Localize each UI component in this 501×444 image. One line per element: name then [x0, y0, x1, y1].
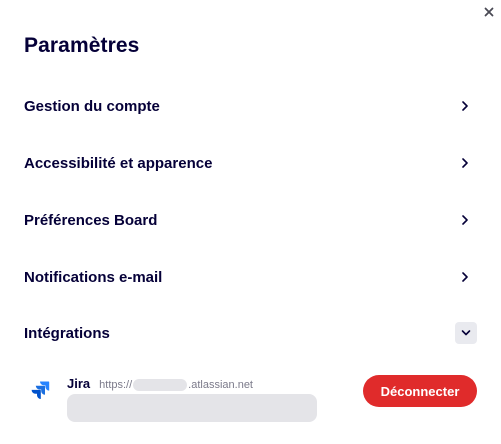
- settings-item-label: Gestion du compte: [24, 97, 160, 115]
- integration-info: Jira https:// .atlassian.net: [67, 376, 253, 391]
- settings-item-label: Notifications e-mail: [24, 268, 163, 286]
- chevron-right-icon: [458, 156, 472, 170]
- settings-panel: Paramètres Gestion du compte Accessibili…: [0, 0, 501, 444]
- close-icon: [484, 7, 494, 17]
- integration-url-suffix: .atlassian.net: [188, 379, 253, 391]
- disconnect-button[interactable]: Déconnecter: [363, 375, 477, 407]
- integration-name: Jira: [67, 376, 91, 391]
- jira-icon: [30, 380, 50, 400]
- page-title: Paramètres: [24, 34, 140, 57]
- settings-item-label: Préférences Board: [24, 211, 158, 229]
- settings-item-accessibility[interactable]: Accessibilité et apparence: [24, 145, 477, 181]
- settings-item-integrations[interactable]: Intégrations: [24, 315, 477, 351]
- chevron-down-icon[interactable]: [455, 322, 477, 344]
- redacted-text: [133, 379, 188, 391]
- settings-item-account[interactable]: Gestion du compte: [24, 88, 477, 124]
- close-button[interactable]: [481, 4, 497, 20]
- chevron-right-icon: [458, 99, 472, 113]
- integration-url-prefix: https://: [99, 379, 133, 391]
- integration-url: https:// .atlassian.net: [99, 379, 253, 391]
- settings-item-label: Accessibilité et apparence: [24, 154, 213, 172]
- settings-item-board-preferences[interactable]: Préférences Board: [24, 202, 477, 238]
- settings-item-label: Intégrations: [24, 324, 110, 342]
- integration-jira: Jira https:// .atlassian.net Déconnecter: [30, 372, 477, 424]
- settings-item-email-notifications[interactable]: Notifications e-mail: [24, 259, 477, 295]
- redacted-text: [67, 394, 317, 422]
- chevron-right-icon: [458, 213, 472, 227]
- chevron-right-icon: [458, 270, 472, 284]
